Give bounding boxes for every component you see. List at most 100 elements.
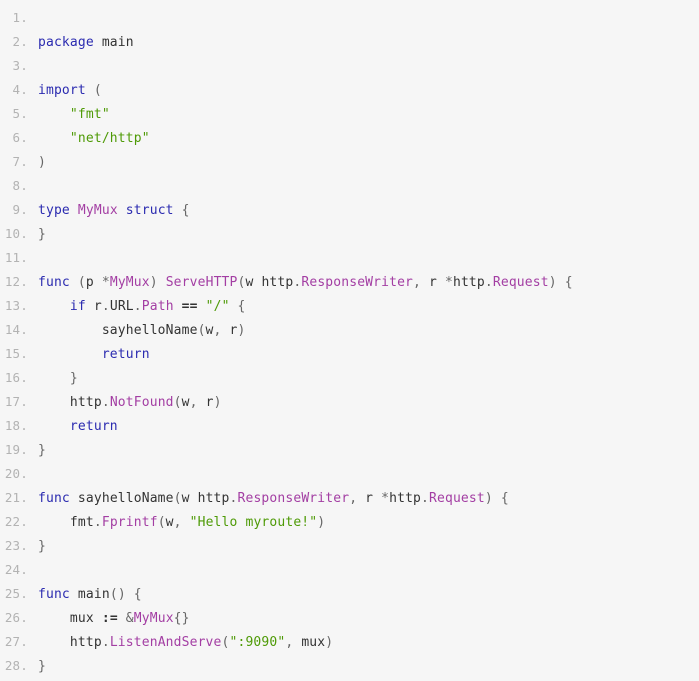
line-content[interactable]: http.NotFound(w, r) (38, 391, 699, 415)
code-token-punct: , (189, 395, 198, 410)
code-line[interactable]: 19.} (0, 438, 699, 462)
line-content[interactable]: return (38, 415, 699, 439)
code-token-punct: ( (173, 395, 182, 410)
code-line[interactable]: 11. (0, 246, 699, 270)
code-line[interactable]: 9. type MyMux struct { (0, 198, 699, 222)
line-content[interactable]: http.ListenAndServe(":9090", mux) (38, 631, 699, 655)
line-number: 23. (4, 538, 28, 553)
code-line[interactable]: 16. } (0, 366, 699, 390)
code-line[interactable]: 14. sayhelloName(w, r) (0, 318, 699, 342)
code-line[interactable]: 28.} (0, 654, 699, 678)
code-token-ident: sayhelloName (77, 491, 174, 506)
line-content[interactable]: func main() { (38, 583, 699, 607)
code-token-string: "/" (205, 299, 230, 314)
line-number: 3. (12, 58, 28, 73)
code-token-punct: { (173, 611, 182, 626)
code-line[interactable]: 27. http.ListenAndServe(":9090", mux) (0, 630, 699, 654)
code-token-punct: . (101, 635, 110, 650)
line-number: 2. (12, 34, 28, 49)
code-token-punct: ( (221, 635, 230, 650)
code-line[interactable]: 12. func (p *MyMux) ServeHTTP(w http.Resp… (0, 270, 699, 294)
code-token-keyword: func (38, 491, 70, 506)
code-viewer[interactable]: 1. 2. package main 3. 4. import (5. "fmt" 6. "… (0, 0, 699, 681)
code-token-punct: . (133, 299, 142, 314)
line-content[interactable]: type MyMux struct { (38, 199, 699, 223)
code-token-ident: w (181, 491, 190, 506)
line-content[interactable]: package main (38, 31, 699, 55)
line-content[interactable]: } (38, 439, 699, 463)
line-content[interactable]: func (p *MyMux) ServeHTTP(w http.Respons… (38, 271, 699, 295)
code-line[interactable]: 13. if r.URL.Path == "/" { (0, 294, 699, 318)
code-line[interactable]: 3. (0, 54, 699, 78)
line-content[interactable]: fmt.Fprintf(w, "Hello myroute!") (38, 511, 699, 535)
code-token-punct: ( (77, 275, 86, 290)
line-content[interactable]: } (38, 223, 699, 247)
code-token-punct: * (101, 275, 110, 290)
code-line[interactable]: 21. func sayhelloName(w http.ResponseWrit… (0, 486, 699, 510)
line-content[interactable]: mux := &MyMux{} (38, 607, 699, 631)
line-content[interactable]: } (38, 535, 699, 559)
code-line[interactable]: 4. import ( (0, 78, 699, 102)
code-token-punct: ) (38, 155, 46, 170)
code-line[interactable]: 18. return (0, 414, 699, 438)
code-token-punct: ) (213, 395, 222, 410)
code-token-punct: { (500, 491, 509, 506)
code-line[interactable]: 15. return (0, 342, 699, 366)
line-number: 20. (4, 466, 28, 481)
line-content[interactable]: if r.URL.Path == "/" { (38, 295, 699, 319)
line-number: 16. (4, 370, 28, 385)
code-line[interactable]: 25. func main() { (0, 582, 699, 606)
code-line[interactable]: 7.) (0, 150, 699, 174)
code-line[interactable]: 8. (0, 174, 699, 198)
code-line[interactable]: 5. "fmt" (0, 102, 699, 126)
line-number: 9. (12, 202, 28, 217)
code-line[interactable]: 26. mux := &MyMux{} (0, 606, 699, 630)
code-token-keyword: func (38, 587, 70, 602)
code-line[interactable]: 17. http.NotFound(w, r) (0, 390, 699, 414)
code-line[interactable]: 22. fmt.Fprintf(w, "Hello myroute!") (0, 510, 699, 534)
code-line[interactable]: 23.} (0, 534, 699, 558)
line-content[interactable]: ) (38, 151, 699, 175)
line-content[interactable]: } (38, 367, 699, 391)
line-content[interactable]: "net/http" (38, 127, 699, 151)
code-token-type: Request (492, 275, 549, 290)
line-content[interactable]: import ( (38, 79, 699, 103)
code-line[interactable]: 6. "net/http" (0, 126, 699, 150)
line-content[interactable]: "fmt" (38, 103, 699, 127)
code-line[interactable]: 2. package main (0, 30, 699, 54)
line-content[interactable]: return (38, 343, 699, 367)
line-number: 14. (4, 322, 28, 337)
code-token-ident: http (389, 491, 422, 506)
code-line[interactable]: 24. (0, 558, 699, 582)
line-number: 7. (12, 154, 28, 169)
code-token-punct: ) (149, 275, 158, 290)
code-token-type: ListenAndServe (109, 635, 222, 650)
code-token-keyword: type (38, 203, 70, 218)
code-line[interactable]: 1. (0, 6, 699, 30)
line-content[interactable]: } (38, 655, 699, 679)
code-token-type: Request (429, 491, 485, 506)
code-token-punct: } (69, 371, 78, 386)
line-number: 17. (4, 394, 28, 409)
line-content[interactable]: sayhelloName(w, r) (38, 319, 699, 343)
code-line[interactable]: 20. (0, 462, 699, 486)
line-number: 11. (4, 250, 28, 265)
code-token-ident: w (165, 515, 174, 530)
line-content[interactable]: func sayhelloName(w http.ResponseWriter,… (38, 487, 699, 511)
line-number: 5. (12, 106, 28, 121)
code-token-punct: ) (317, 515, 326, 530)
line-number: 25. (4, 586, 28, 601)
line-number: 6. (12, 130, 28, 145)
code-line[interactable]: 10.} (0, 222, 699, 246)
